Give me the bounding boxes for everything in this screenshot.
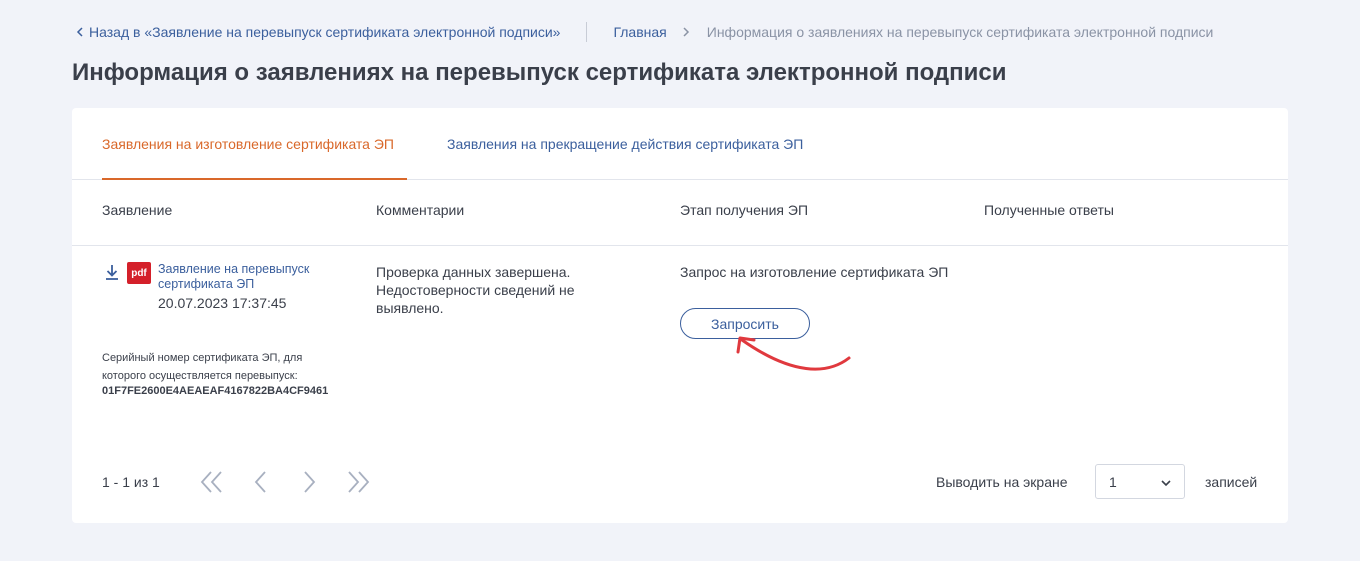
- column-header-stage: Этап получения ЭП: [680, 202, 809, 218]
- comment-text: Проверка данных завершена. Недостовернос…: [376, 264, 575, 316]
- stage-text: Запрос на изготовление сертификата ЭП: [680, 264, 949, 280]
- last-page-button[interactable]: [343, 468, 373, 496]
- prev-page-button[interactable]: [246, 468, 276, 496]
- pagination-info: 1 - 1 из 1: [102, 474, 160, 490]
- tab-terminate-certificate[interactable]: Заявления на прекращение действия сертиф…: [447, 136, 803, 152]
- chevron-down-icon: [1161, 480, 1171, 487]
- application-date: 20.07.2023 17:37:45: [158, 295, 287, 311]
- download-icon[interactable]: [104, 263, 120, 281]
- tab-issue-certificate[interactable]: Заявления на изготовление сертификата ЭП: [102, 136, 394, 152]
- per-page-select[interactable]: 1: [1095, 464, 1185, 499]
- serial-number-value: 01F7FE2600E4AEAEAF4167822BA4CF9461: [102, 385, 329, 397]
- per-page-value: 1: [1109, 473, 1117, 490]
- column-header-answers: Полученные ответы: [984, 202, 1114, 218]
- last-page-icon: [348, 471, 370, 493]
- per-page-suffix: записей: [1205, 474, 1258, 490]
- back-link[interactable]: Назад в «Заявление на перевыпуск сертифи…: [72, 24, 560, 40]
- serial-number-label: Серийный номер сертификата ЭП, для котор…: [102, 352, 303, 382]
- applications-card: Заявления на изготовление сертификата ЭП…: [72, 108, 1288, 523]
- column-header-comments: Комментарии: [376, 202, 465, 218]
- annotation-arrow-icon: [736, 336, 851, 371]
- pdf-icon: pdf: [127, 262, 151, 284]
- chevron-right-icon: [683, 27, 689, 37]
- first-page-icon: [200, 471, 222, 493]
- header-divider: [72, 245, 1288, 246]
- next-page-icon: [304, 471, 316, 493]
- first-page-button[interactable]: [197, 468, 227, 496]
- per-page-label: Выводить на экране: [936, 474, 1068, 490]
- prev-page-icon: [254, 471, 266, 493]
- chevron-left-icon: [76, 27, 83, 37]
- application-document-link[interactable]: Заявление на перевыпуск сертификата ЭП: [158, 262, 328, 292]
- active-tab-indicator: [102, 178, 407, 180]
- page-title: Информация о заявлениях на перевыпуск се…: [72, 59, 1007, 86]
- breadcrumb-home[interactable]: Главная: [613, 24, 666, 40]
- breadcrumb-current: Информация о заявлениях на перевыпуск се…: [706, 24, 1214, 40]
- breadcrumb-divider: [586, 22, 588, 42]
- breadcrumb: Назад в «Заявление на перевыпуск сертифи…: [72, 22, 1213, 42]
- back-link-label: Назад в «Заявление на перевыпуск сертифи…: [89, 24, 561, 40]
- next-page-button[interactable]: [294, 468, 324, 496]
- column-header-application: Заявление: [102, 202, 173, 218]
